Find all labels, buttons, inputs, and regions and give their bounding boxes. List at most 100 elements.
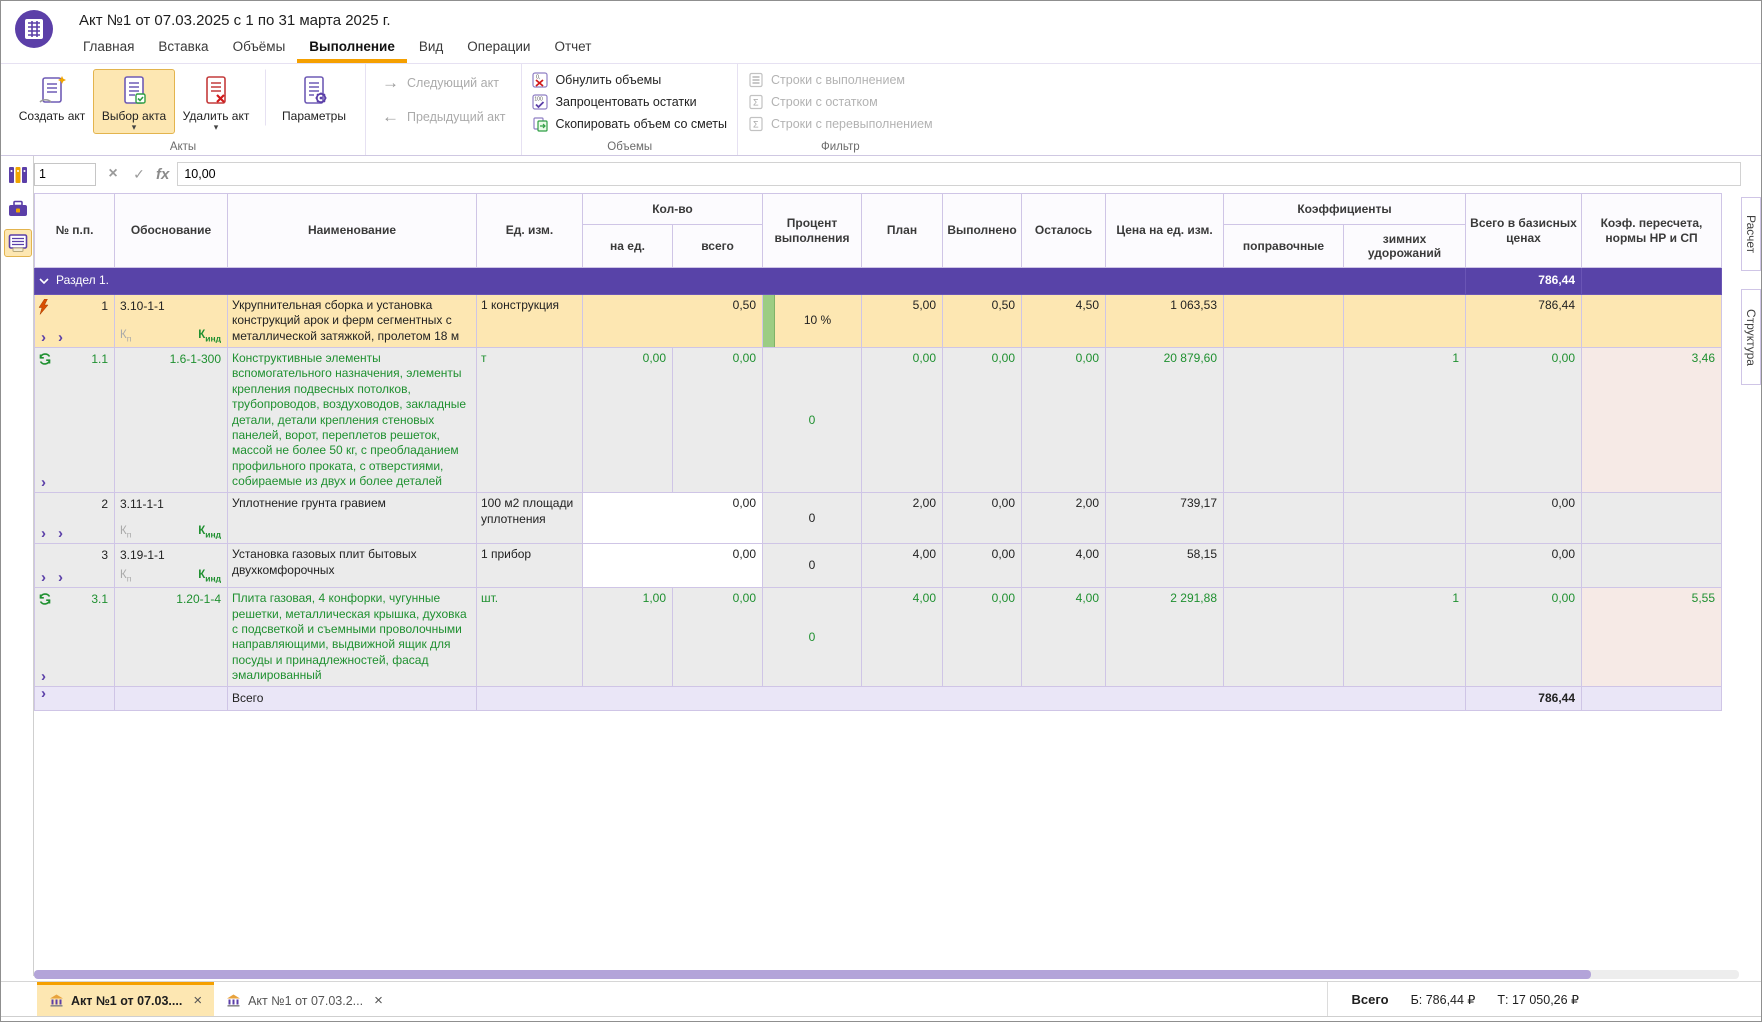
cell-name[interactable]: Установка газовых плит бытовых двухкомфо… xyxy=(228,544,477,588)
total-row-total-base-cell[interactable]: 786,44 xyxy=(1466,687,1582,711)
cell-plan[interactable]: 2,00 xyxy=(862,493,943,544)
cell-name[interactable]: Уплотнение грунта гравием xyxy=(228,493,477,544)
cell-code[interactable]: 3.19-1-1КпКинд xyxy=(115,544,228,588)
percent-rest-button[interactable]: 100 Запроцентовать остатки xyxy=(532,93,727,111)
cell-recalc[interactable]: 5,55 xyxy=(1582,588,1722,687)
cell-reference-input[interactable] xyxy=(34,163,96,186)
ribbon-tab-6[interactable]: Отчет xyxy=(542,32,603,63)
cell-name[interactable]: Конструктивные элементы вспомогательного… xyxy=(228,348,477,493)
rows-with-completion-button[interactable]: Строки с выполнением xyxy=(748,71,933,89)
create-act-button[interactable]: Создать акт xyxy=(11,69,93,126)
cell-coef-corr[interactable] xyxy=(1224,295,1344,348)
cell-done[interactable]: 0,50 xyxy=(943,295,1022,348)
cell-percent[interactable]: 0 xyxy=(763,348,862,493)
ribbon-tab-5[interactable]: Операции xyxy=(455,32,542,63)
cell-left[interactable]: 0,00 xyxy=(1022,348,1106,493)
act-sheet-panel-icon[interactable] xyxy=(4,229,32,257)
ribbon-tab-2[interactable]: Объёмы xyxy=(221,32,298,63)
cell-unit[interactable]: 1 прибор xyxy=(477,544,583,588)
cell-plan[interactable]: 0,00 xyxy=(862,348,943,493)
cell-left[interactable]: 2,00 xyxy=(1022,493,1106,544)
cell-percent[interactable]: 0 xyxy=(763,588,862,687)
expand-chevron-icon[interactable]: › xyxy=(41,670,58,684)
cell-coef-winter[interactable] xyxy=(1344,493,1466,544)
cell-plan[interactable]: 4,00 xyxy=(862,544,943,588)
cell-left[interactable]: 4,50 xyxy=(1022,295,1106,348)
cell-price[interactable]: 20 879,60 xyxy=(1106,348,1224,493)
delete-act-button[interactable]: Удалить акт ▾ xyxy=(175,69,257,134)
cell-code[interactable]: 1.6-1-300 xyxy=(115,348,228,493)
close-tab-icon[interactable]: × xyxy=(193,992,202,1009)
expand-chevron-icon[interactable]: › xyxy=(41,476,58,490)
cell-code[interactable]: 1.20-1-4 xyxy=(115,588,228,687)
next-act-button[interactable]: → Следующий акт xyxy=(382,73,505,93)
cell-done[interactable]: 0,00 xyxy=(943,493,1022,544)
estimates-binder-icon[interactable] xyxy=(4,161,32,189)
cell-left[interactable]: 4,00 xyxy=(1022,544,1106,588)
cell-done[interactable]: 0,00 xyxy=(943,588,1022,687)
cell-name[interactable]: Укрупнительная сборка и установка констр… xyxy=(228,295,477,348)
kind-coef-label[interactable]: Кинд xyxy=(198,328,221,344)
document-tab-1[interactable]: Акт №1 от 07.03.2...× xyxy=(214,982,395,1016)
document-tab-0[interactable]: Акт №1 от 07.03....× xyxy=(37,982,214,1016)
kp-coef-label[interactable]: Кп xyxy=(120,328,131,344)
zero-volumes-button[interactable]: 0, Обнулить объемы xyxy=(532,71,727,89)
total-row-marker[interactable]: › xyxy=(35,687,115,711)
cell-unit[interactable]: шт. xyxy=(477,588,583,687)
cell-num[interactable]: 1.1› xyxy=(35,348,115,493)
cell-percent[interactable]: 0 xyxy=(763,493,862,544)
select-act-button[interactable]: Выбор акта ▾ xyxy=(93,69,175,134)
cell-coef-winter[interactable] xyxy=(1344,544,1466,588)
cell-unit[interactable]: 1 конструкция xyxy=(477,295,583,348)
cell-qty-total[interactable]: 0,00 xyxy=(583,544,763,588)
header-left[interactable]: Осталось xyxy=(1022,194,1106,268)
kind-coef-label[interactable]: Кинд xyxy=(198,568,221,584)
cell-done[interactable]: 0,00 xyxy=(943,348,1022,493)
cell-coef-winter[interactable] xyxy=(1344,295,1466,348)
expand-chevron-icon[interactable]: ›› xyxy=(41,571,75,585)
header-coef-group[interactable]: Коэффициенты xyxy=(1224,194,1466,225)
cell-plan[interactable]: 5,00 xyxy=(862,295,943,348)
cell-total-base[interactable]: 0,00 xyxy=(1466,544,1582,588)
close-tab-icon[interactable]: × xyxy=(374,992,383,1009)
header-recalc[interactable]: Коэф. пересчета, нормы НР и СП xyxy=(1582,194,1722,268)
cell-done[interactable]: 0,00 xyxy=(943,544,1022,588)
kp-coef-label[interactable]: Кп xyxy=(120,568,131,584)
cell-coef-corr[interactable] xyxy=(1224,544,1344,588)
cell-left[interactable]: 4,00 xyxy=(1022,588,1106,687)
side-tab-1[interactable]: Структура xyxy=(1741,289,1761,385)
cell-coef-winter[interactable]: 1 xyxy=(1344,588,1466,687)
header-percent[interactable]: Процент выполнения xyxy=(763,194,862,268)
cell-coef-winter[interactable]: 1 xyxy=(1344,348,1466,493)
expand-chevron-icon[interactable]: › xyxy=(41,687,58,710)
cell-num[interactable]: 3.1› xyxy=(35,588,115,687)
cell-recalc[interactable] xyxy=(1582,544,1722,588)
expand-chevron-icon[interactable]: ›› xyxy=(41,331,75,345)
cell-total-base[interactable]: 0,00 xyxy=(1466,348,1582,493)
header-qty-group[interactable]: Кол-во xyxy=(583,194,763,225)
cell-recalc[interactable]: 3,46 xyxy=(1582,348,1722,493)
ribbon-tab-3[interactable]: Выполнение xyxy=(297,32,407,63)
confirm-entry-icon[interactable]: ✓ xyxy=(130,166,148,183)
cancel-entry-icon[interactable]: × xyxy=(104,165,122,183)
cell-unit[interactable]: 100 м2 площади уплотнения xyxy=(477,493,583,544)
rows-with-remainder-button[interactable]: Σ Строки с остатком xyxy=(748,93,933,111)
side-tab-0[interactable]: Расчет xyxy=(1741,197,1761,271)
cell-code[interactable]: 3.10-1-1КпКинд xyxy=(115,295,228,348)
ribbon-tab-4[interactable]: Вид xyxy=(407,32,455,63)
cell-percent[interactable]: 0 xyxy=(763,544,862,588)
section-title-cell[interactable]: Раздел 1. xyxy=(35,268,1466,295)
cell-total-base[interactable]: 0,00 xyxy=(1466,493,1582,544)
ribbon-tab-1[interactable]: Вставка xyxy=(146,32,220,63)
kind-coef-label[interactable]: Кинд xyxy=(198,524,221,540)
cell-qty-total[interactable]: 0,00 xyxy=(673,348,763,493)
cell-recalc[interactable] xyxy=(1582,295,1722,348)
header-total-base[interactable]: Всего в базисных ценах xyxy=(1466,194,1582,268)
kp-coef-label[interactable]: Кп xyxy=(120,524,131,540)
cell-recalc[interactable] xyxy=(1582,493,1722,544)
cell-code[interactable]: 3.11-1-1КпКинд xyxy=(115,493,228,544)
header-price[interactable]: Цена на ед. изм. xyxy=(1106,194,1224,268)
header-plan[interactable]: План xyxy=(862,194,943,268)
cell-price[interactable]: 2 291,88 xyxy=(1106,588,1224,687)
cell-total-base[interactable]: 786,44 xyxy=(1466,295,1582,348)
